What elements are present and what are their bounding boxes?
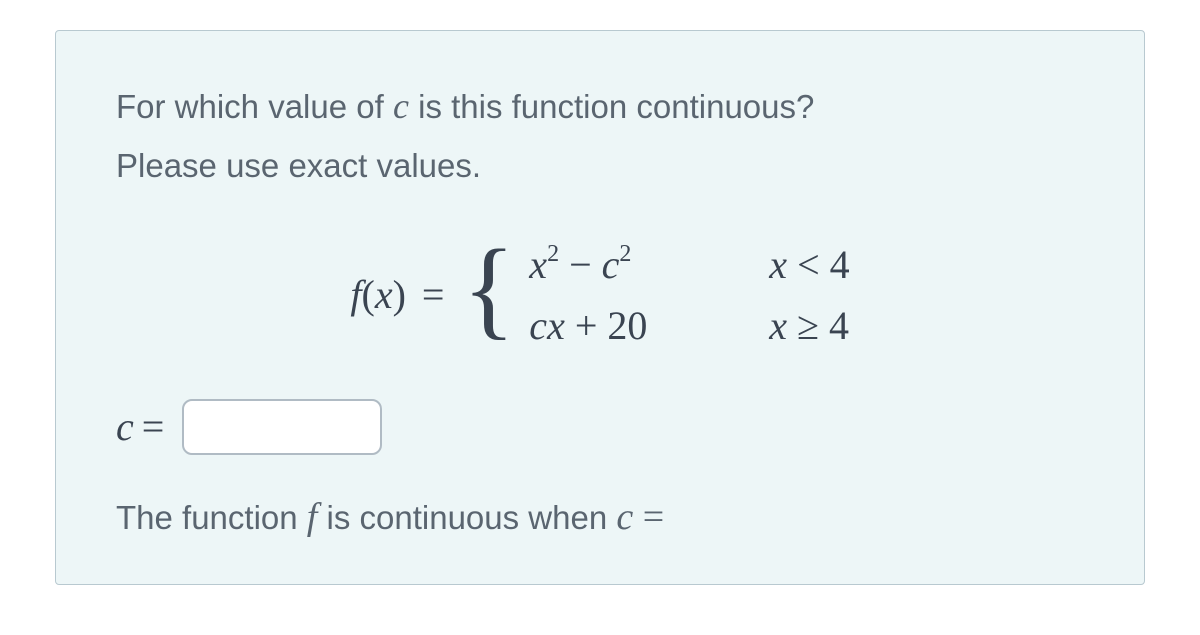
question-part2: is this function continuous? bbox=[409, 88, 814, 125]
lhs-close: ) bbox=[393, 272, 406, 317]
conclusion-text: The function f is continuous when c = bbox=[116, 491, 1084, 544]
lhs-f: f bbox=[350, 272, 361, 317]
answer-row: c = bbox=[116, 399, 1084, 455]
case2-val: 20 bbox=[607, 303, 647, 348]
case-row-2: cx + 20 x ≥ 4 bbox=[529, 302, 849, 349]
case2-plus: + bbox=[565, 303, 608, 348]
lhs: f(x) bbox=[350, 271, 406, 318]
question-text: For which value of c is this function co… bbox=[116, 79, 1084, 133]
piecewise-cases: { x2 − c2 x < 4 cx + 20 x ≥ 4 bbox=[462, 241, 849, 349]
case-row-1: x2 − c2 x < 4 bbox=[529, 241, 849, 288]
brace-icon: { bbox=[462, 250, 515, 327]
lhs-open: ( bbox=[362, 272, 375, 317]
case1-cond-val: 4 bbox=[830, 242, 850, 287]
instruction-text: Please use exact values. bbox=[116, 141, 1084, 191]
case2-cond-x: x bbox=[769, 303, 787, 348]
conclusion-c: c bbox=[616, 496, 633, 538]
case2-x: x bbox=[547, 303, 565, 348]
question-part1: For which value of bbox=[116, 88, 393, 125]
case1-cond-x: x bbox=[769, 242, 787, 287]
formula: f(x) = { x2 − c2 x < 4 cx + 20 bbox=[116, 241, 1084, 349]
equals-sign: = bbox=[422, 271, 445, 318]
case1-minus: − bbox=[559, 242, 602, 287]
conclusion-equals: = bbox=[633, 496, 664, 538]
case1-rel: < bbox=[787, 242, 830, 287]
conclusion-part2: is continuous when bbox=[327, 499, 617, 536]
answer-input[interactable] bbox=[182, 399, 382, 455]
problem-card: For which value of c is this function co… bbox=[55, 30, 1145, 585]
lhs-x: x bbox=[375, 272, 393, 317]
case1-cond: x < 4 bbox=[769, 241, 849, 288]
case1-expr: x2 − c2 bbox=[529, 241, 729, 288]
case1-sq1: 2 bbox=[547, 241, 559, 267]
case1-x: x bbox=[529, 242, 547, 287]
case2-cond-val: 4 bbox=[829, 303, 849, 348]
answer-equals: = bbox=[142, 403, 165, 450]
conclusion-part1: The function bbox=[116, 499, 307, 536]
case2-c: c bbox=[529, 303, 547, 348]
case1-sq2: 2 bbox=[619, 241, 631, 267]
case2-expr: cx + 20 bbox=[529, 302, 729, 349]
case1-c: c bbox=[602, 242, 620, 287]
conclusion-f: f bbox=[307, 496, 318, 538]
answer-c-label: c bbox=[116, 403, 134, 450]
question-var-c: c bbox=[393, 86, 409, 126]
cases-list: x2 − c2 x < 4 cx + 20 x ≥ 4 bbox=[529, 241, 849, 349]
case2-rel: ≥ bbox=[787, 303, 829, 348]
case2-cond: x ≥ 4 bbox=[769, 302, 849, 349]
